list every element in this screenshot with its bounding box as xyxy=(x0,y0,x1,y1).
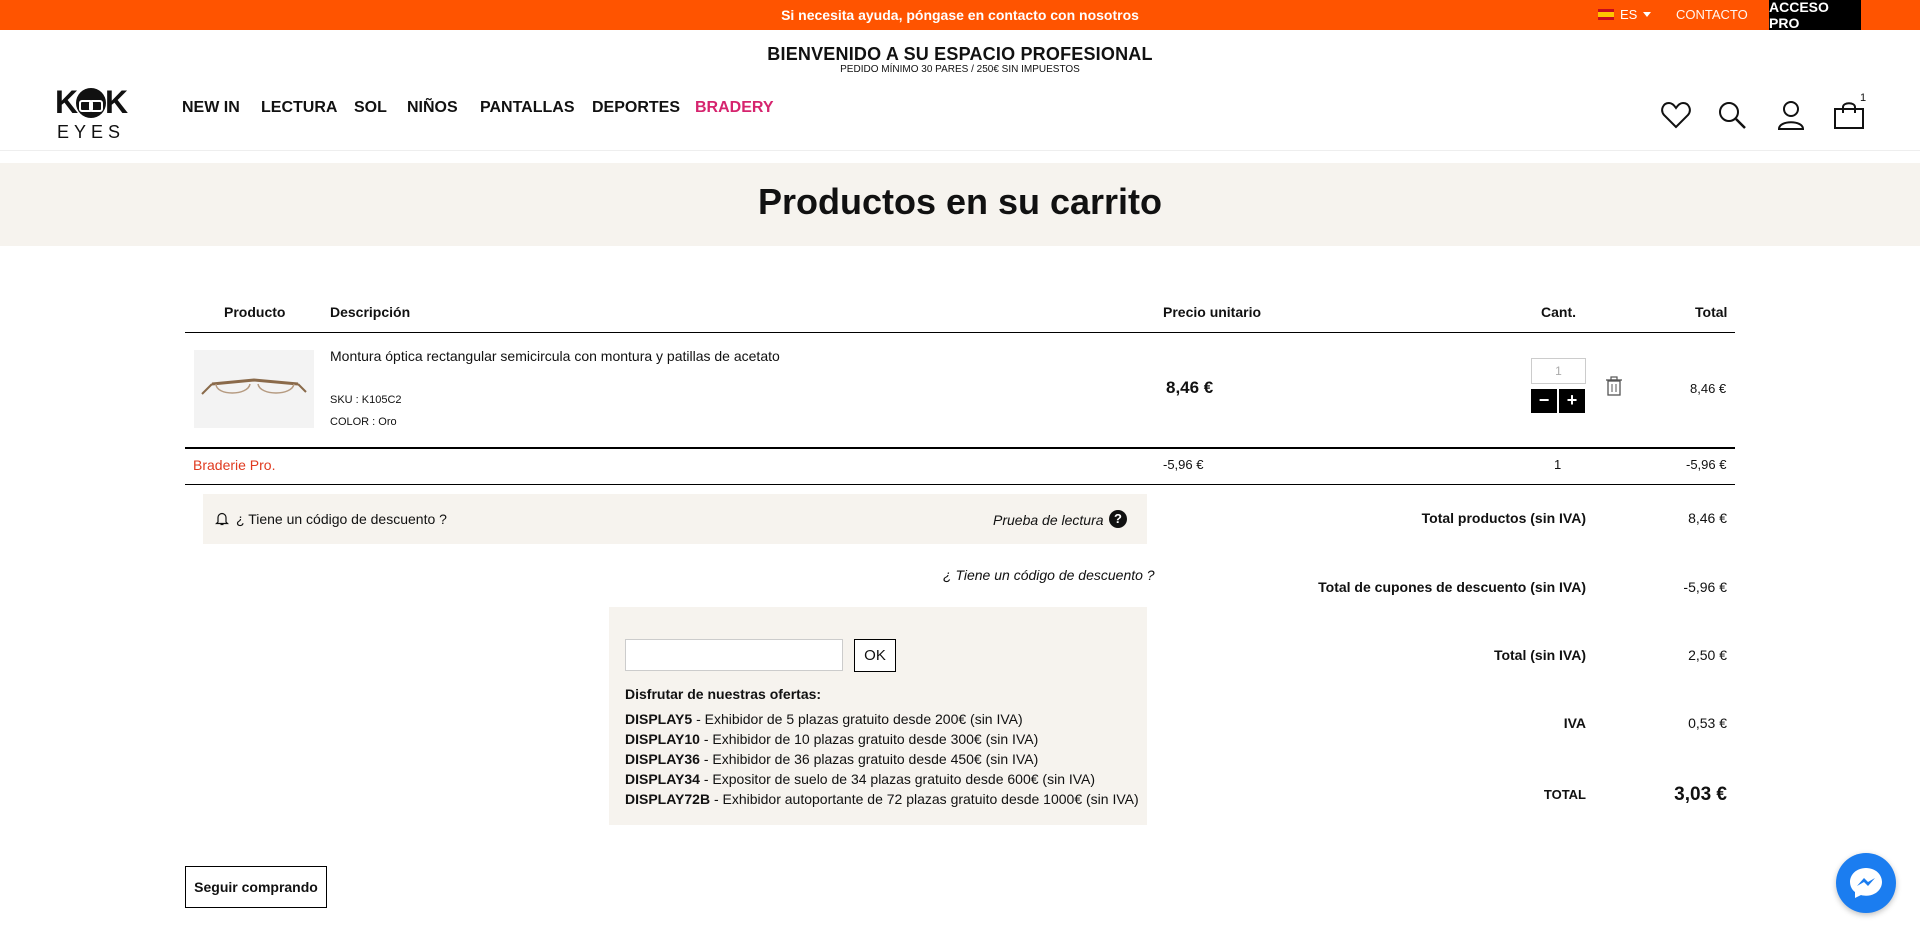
apply-coupon-button[interactable]: OK xyxy=(854,639,896,672)
cart-bag-icon[interactable] xyxy=(1833,100,1865,130)
coupon-question: ¿ Tiene un código de descuento ? xyxy=(236,511,447,527)
nav-lectura[interactable]: LECTURA xyxy=(261,99,337,117)
nav-sol[interactable]: SOL xyxy=(354,99,387,117)
coupon-code-input[interactable] xyxy=(625,639,843,671)
offer-text: - Exhibidor autoportante de 72 plazas gr… xyxy=(710,791,1139,807)
col-header-description: Descripción xyxy=(330,304,411,320)
caret-down-icon xyxy=(1643,12,1652,17)
offer-code: DISPLAY72B xyxy=(625,791,711,807)
logo[interactable]: K K EYES xyxy=(55,84,129,142)
offer-text: - Exhibidor de 5 plazas gratuito desde 2… xyxy=(692,711,1023,727)
product-description[interactable]: Montura óptica rectangular semicircula c… xyxy=(330,348,780,364)
quantity-input[interactable]: 1 xyxy=(1531,358,1586,384)
page-title: Productos en su carrito xyxy=(757,181,1163,222)
braderie-discount-qty: 1 xyxy=(1554,457,1562,472)
offer-code: DISPLAY36 xyxy=(625,751,700,767)
col-header-product: Producto xyxy=(224,304,286,320)
grand-total-value: 3,03 € xyxy=(1674,784,1727,805)
vat-label: IVA xyxy=(1563,715,1586,731)
total-products-value: 8,46 € xyxy=(1688,510,1727,526)
coupon-toggle-bar[interactable]: ¿ Tiene un código de descuento ? Prueba … xyxy=(203,494,1147,544)
logo-letter-k-left: K xyxy=(55,84,79,120)
nav-new-in[interactable]: NEW IN xyxy=(182,99,240,117)
total-net-label: Total (sin IVA) xyxy=(1493,647,1586,663)
language-label: ES xyxy=(1620,7,1638,22)
offer-text: - Expositor de suelo de 34 plazas gratui… xyxy=(699,771,1096,787)
grand-total-label: TOTAL xyxy=(1543,787,1586,802)
offer-item: DISPLAY72B - Exhibidor autoportante de 7… xyxy=(625,791,1139,807)
nav-ninos[interactable]: NIÑOS xyxy=(407,99,458,117)
offer-item: DISPLAY5 - Exhibidor de 5 plazas gratuit… xyxy=(625,711,1023,727)
col-header-total: Total xyxy=(1695,304,1728,320)
discount-row-rule xyxy=(185,484,1735,485)
total-net-value: 2,50 € xyxy=(1688,647,1727,663)
nav-deportes[interactable]: DEPORTES xyxy=(592,99,680,117)
trash-icon[interactable] xyxy=(1606,376,1622,396)
braderie-discount-label: Braderie Pro. xyxy=(193,457,276,473)
spain-flag-icon xyxy=(1598,9,1614,20)
top-bar: Si necesita ayuda, póngase en contacto c… xyxy=(0,0,1920,31)
offer-code: DISPLAY10 xyxy=(625,731,700,747)
logo-glasses-icon xyxy=(76,88,106,118)
offer-text: - Exhibidor de 10 plazas gratuito desde … xyxy=(699,731,1039,747)
welcome-title: BIENVENIDO A SU ESPACIO PROFESIONAL xyxy=(767,44,1153,64)
offer-item: DISPLAY34 - Expositor de suelo de 34 pla… xyxy=(625,771,1095,787)
coupon-offers-panel: OK Disfrutar de nuestras ofertas: DISPLA… xyxy=(609,607,1147,825)
continue-shopping-button[interactable]: Seguir comprando xyxy=(185,866,327,908)
total-products-label: Total productos (sin IVA) xyxy=(1421,510,1586,526)
offer-code: DISPLAY5 xyxy=(625,711,693,727)
product-color: COLOR : Oro xyxy=(330,416,397,428)
search-icon[interactable] xyxy=(1717,100,1747,130)
total-coupons-value: -5,96 € xyxy=(1683,579,1727,595)
nav-pantallas[interactable]: PANTALLAS xyxy=(480,99,575,117)
braderie-discount-total: -5,96 € xyxy=(1686,457,1727,472)
product-row-total: 8,46 € xyxy=(1690,381,1727,396)
offer-item: DISPLAY10 - Exhibidor de 10 plazas gratu… xyxy=(625,731,1038,747)
braderie-discount-price: -5,96 € xyxy=(1163,457,1204,472)
header-divider xyxy=(0,150,1920,151)
account-user-icon[interactable] xyxy=(1777,100,1805,130)
offers-title: Disfrutar de nuestras ofertas: xyxy=(625,686,822,702)
offer-text: - Exhibidor de 36 plazas gratuito desde … xyxy=(699,751,1039,767)
product-image[interactable] xyxy=(194,350,314,428)
reading-test-label[interactable]: Prueba de lectura xyxy=(993,512,1104,528)
product-unit-price: 8,46 € xyxy=(1166,378,1214,397)
cart-count-badge: 1 xyxy=(1860,92,1867,104)
increase-qty-button[interactable]: + xyxy=(1559,389,1585,413)
minimum-order-note: PEDIDO MÍNIMO 30 PARES / 250€ SIN IMPUES… xyxy=(840,64,1080,75)
messenger-chat-button[interactable] xyxy=(1836,853,1896,913)
product-sku: SKU : K105C2 xyxy=(330,394,402,406)
pro-access-button[interactable]: ACCESO PRO xyxy=(1769,0,1861,31)
nav-bradery[interactable]: BRADERY xyxy=(695,99,774,117)
page-banner: Productos en su carrito xyxy=(0,163,1920,246)
vat-value: 0,53 € xyxy=(1688,715,1727,731)
offer-item: DISPLAY36 - Exhibidor de 36 plazas gratu… xyxy=(625,751,1038,767)
wishlist-heart-icon[interactable] xyxy=(1660,100,1692,130)
messenger-icon xyxy=(1850,868,1882,898)
total-coupons-label: Total de cupones de descuento (sin IVA) xyxy=(1318,579,1586,595)
help-question-icon[interactable]: ? xyxy=(1109,510,1127,528)
col-header-unit-price: Precio unitario xyxy=(1163,304,1262,320)
contact-link[interactable]: CONTACTO xyxy=(1676,7,1748,22)
language-selector[interactable]: ES xyxy=(1598,7,1652,22)
table-header-rule xyxy=(185,332,1735,333)
decrease-qty-button[interactable]: − xyxy=(1531,389,1557,413)
bell-icon xyxy=(215,512,229,526)
col-header-qty: Cant. xyxy=(1541,304,1576,320)
logo-text: EYES xyxy=(56,122,126,142)
logo-letter-k-right: K xyxy=(105,84,129,120)
item-row-rule xyxy=(185,447,1735,449)
coupon-question-link[interactable]: ¿ Tiene un código de descuento ? xyxy=(943,567,1155,583)
offer-code: DISPLAY34 xyxy=(625,771,700,787)
